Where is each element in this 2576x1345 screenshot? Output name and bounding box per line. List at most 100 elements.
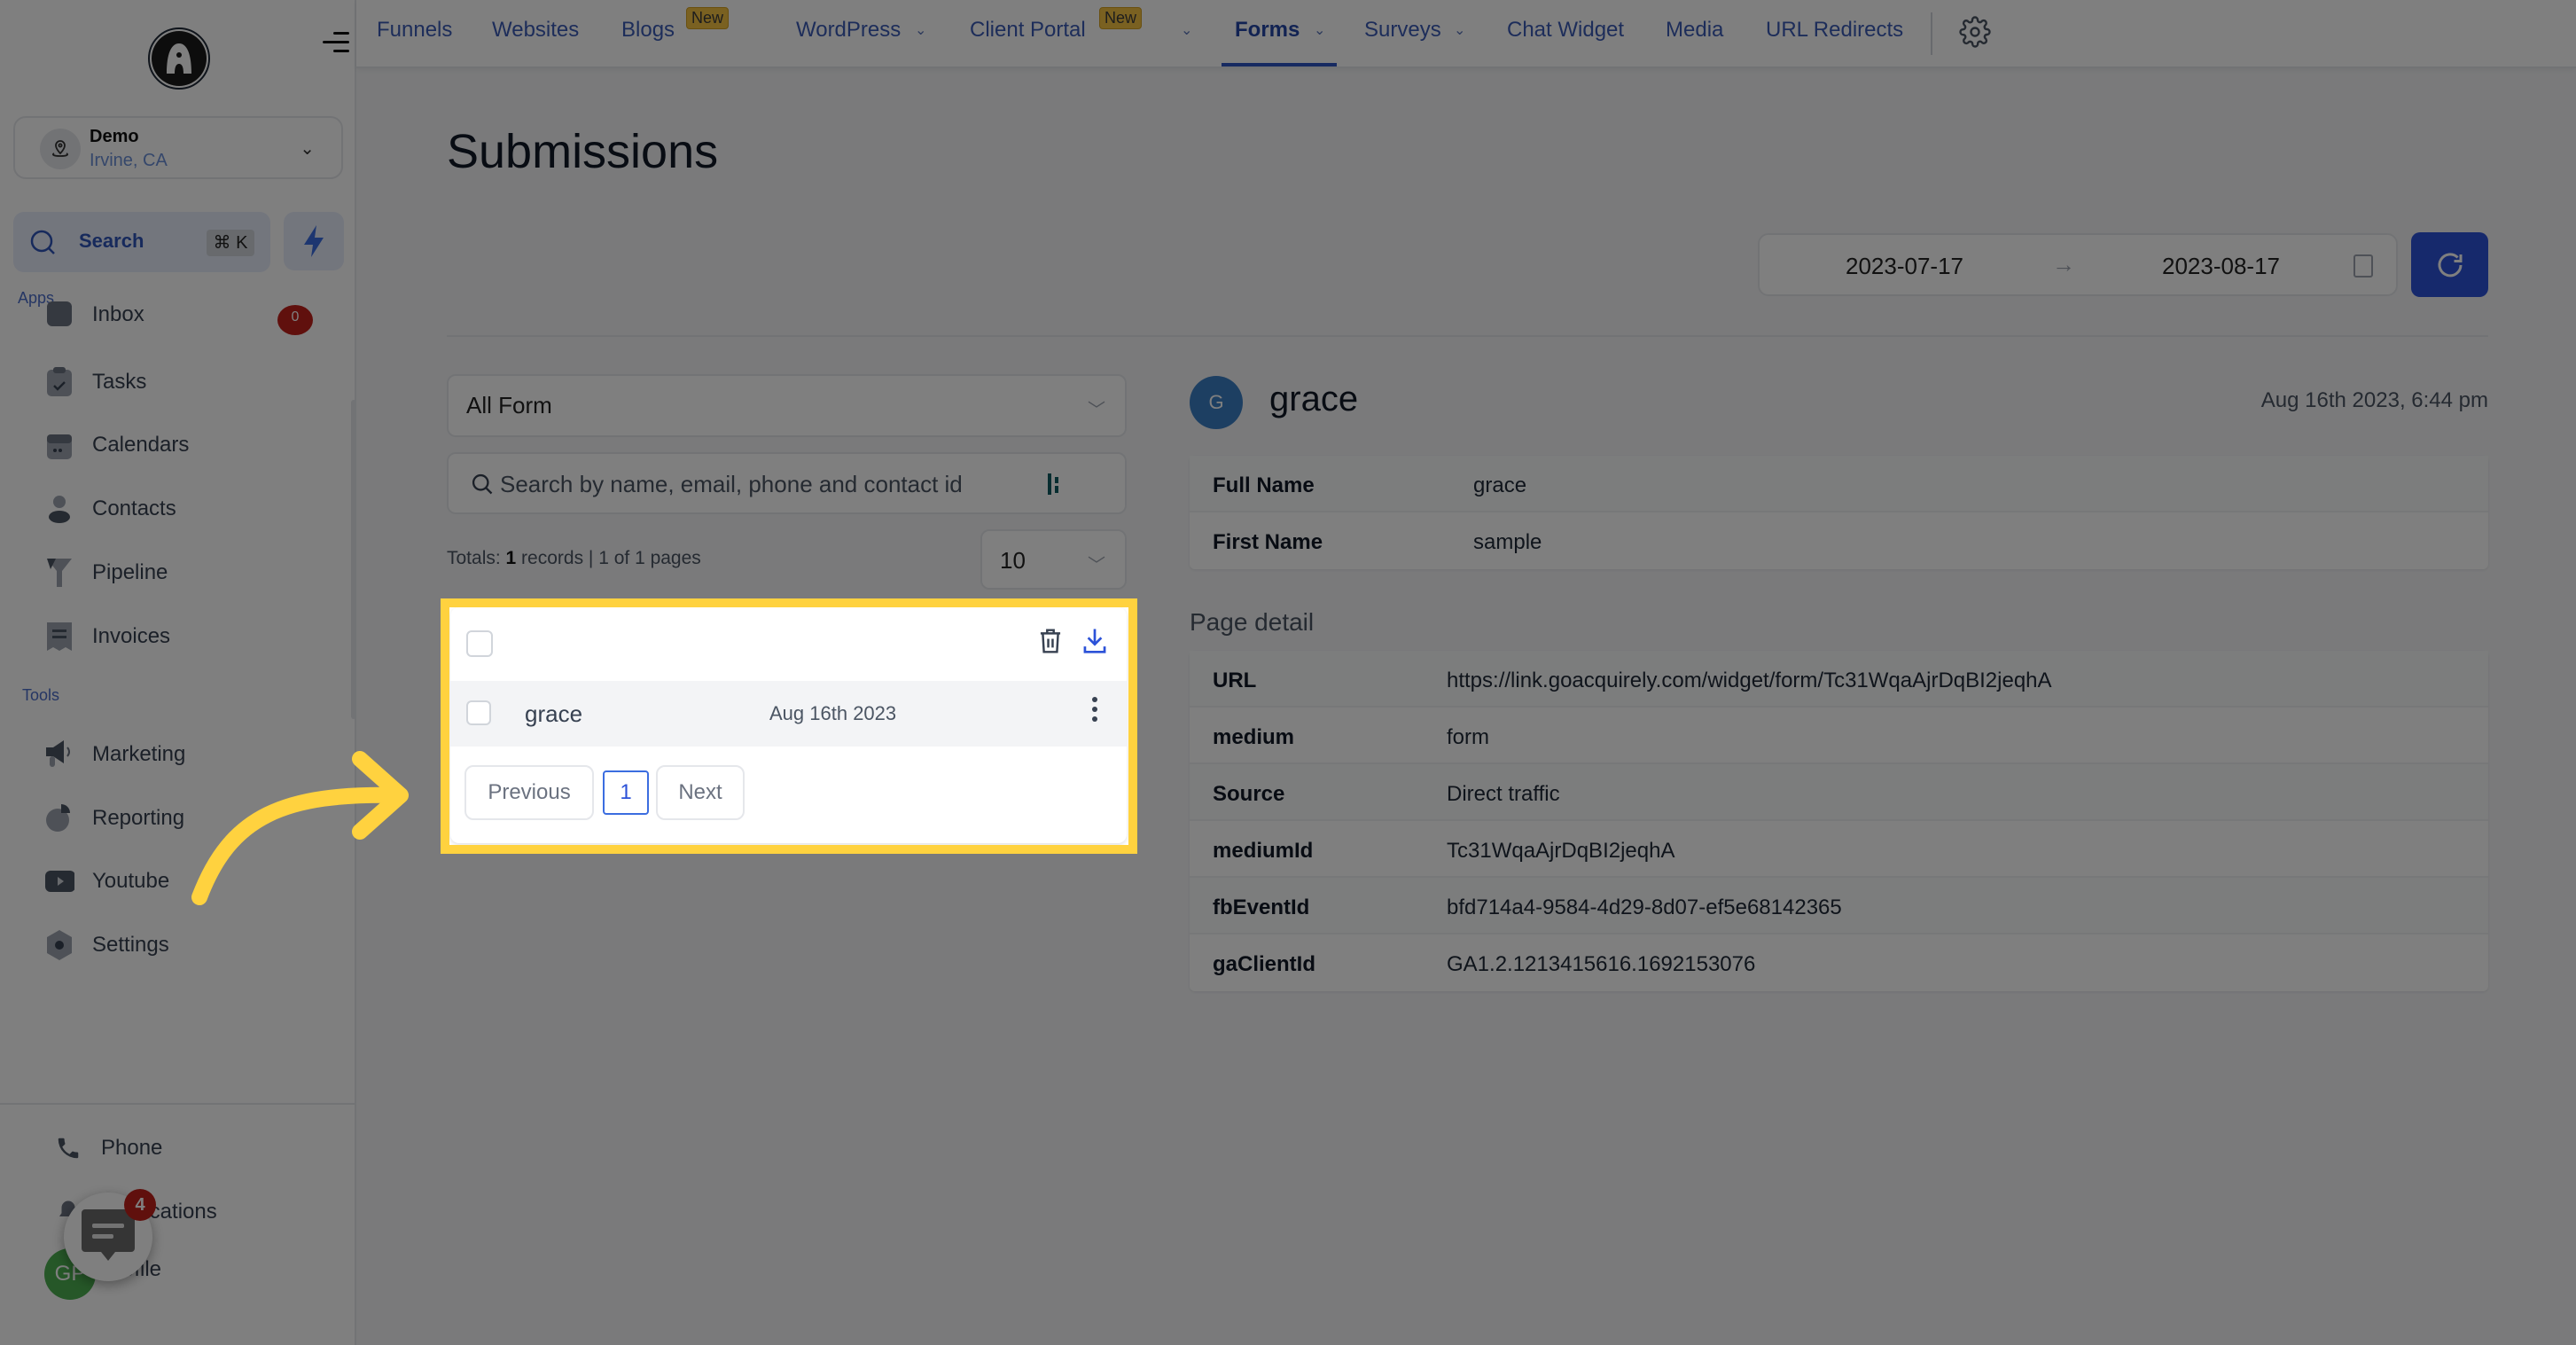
sidebar: Demo Irvine, CA ⌄ Search ⌘ K Apps Inbox … — [0, 0, 356, 1345]
calendar-icon — [44, 430, 74, 460]
page-detail-row: Source Direct traffic — [1190, 764, 2488, 821]
tab-client-portal[interactable]: Client Portal — [970, 18, 1086, 43]
forms-chevron-icon: ⌄ — [1314, 23, 1326, 38]
select-all-checkbox[interactable] — [466, 630, 493, 657]
per-page-select[interactable]: 10 ﹀ — [980, 529, 1127, 590]
tab-surveys[interactable]: Surveys — [1364, 18, 1441, 43]
location-switcher[interactable]: Demo Irvine, CA ⌄ — [13, 116, 343, 179]
search-icon — [470, 472, 495, 501]
contact-avatar: G — [1190, 376, 1243, 429]
tab-wordpress[interactable]: WordPress — [796, 18, 901, 43]
tab-blogs[interactable]: Blogs — [621, 18, 675, 43]
megaphone-icon — [44, 739, 74, 770]
sidebar-item-settings[interactable]: Settings — [44, 926, 169, 965]
submission-row[interactable]: grace Aug 16th 2023 — [450, 681, 1127, 747]
sidebar-scrollbar[interactable] — [351, 400, 356, 719]
topnav-separator — [1931, 12, 1932, 55]
tab-url-redirects[interactable]: URL Redirects — [1766, 18, 1903, 43]
location-name: Demo — [90, 127, 139, 146]
submission-timestamp: Aug 16th 2023, 6:44 pm — [2260, 388, 2488, 412]
filter-icon[interactable] — [1044, 472, 1066, 501]
phone-icon — [53, 1133, 83, 1163]
date-range-picker[interactable]: 2023-07-17 → 2023-08-17 — [1758, 233, 2398, 296]
page-detail-key: URL — [1213, 669, 1257, 692]
user-icon — [44, 494, 74, 524]
form-select[interactable]: All Form ﹀ — [447, 374, 1127, 437]
submission-search-field[interactable] — [447, 452, 1127, 514]
download-icon[interactable] — [1081, 627, 1108, 660]
per-page-value: 10 — [1000, 547, 1026, 574]
tab-funnels[interactable]: Funnels — [377, 18, 452, 43]
inbox-icon — [44, 301, 74, 328]
page-detail-heading: Page detail — [1190, 608, 1315, 636]
totals-suffix: records | 1 of 1 pages — [516, 548, 701, 568]
submission-date: Aug 16th 2023 — [769, 702, 897, 724]
sidebar-item-pipeline[interactable]: Pipeline — [44, 553, 168, 592]
next-page-button[interactable]: Next — [656, 765, 745, 820]
field-row: First Name sample — [1190, 512, 2488, 569]
more-options-icon[interactable] — [1092, 697, 1099, 726]
refresh-icon — [2438, 252, 2462, 277]
page-detail-value[interactable]: https://link.goacquirely.com/widget/form… — [1447, 669, 2052, 693]
sidebar-item-tasks[interactable]: Tasks — [44, 363, 146, 402]
sidebar-item-marketing[interactable]: Marketing — [44, 735, 185, 774]
search-label: Search — [79, 230, 144, 252]
trash-icon[interactable] — [1037, 627, 1064, 660]
date-range-end[interactable]: 2023-08-17 — [2162, 253, 2280, 280]
tab-websites[interactable]: Websites — [492, 18, 579, 43]
search-shortcut: ⌘ K — [207, 230, 254, 256]
totals-count: 1 — [505, 548, 517, 568]
blogs-new-badge: New — [686, 7, 730, 29]
chevron-down-icon: ﹀ — [1088, 401, 1105, 420]
page-detail-table: URL https://link.goacquirely.com/widget/… — [1190, 651, 2488, 991]
submissions-list: grace Aug 16th 2023 Previous 1 Next — [450, 607, 1127, 843]
header-divider — [447, 335, 2488, 337]
refresh-button[interactable] — [2411, 232, 2488, 297]
sidebar-item-invoices[interactable]: Invoices — [44, 617, 170, 656]
totals-summary: Totals: 1 records | 1 of 1 pages — [447, 548, 701, 569]
sidebar-item-phone[interactable]: Phone — [53, 1129, 162, 1168]
active-tab-indicator — [1222, 63, 1337, 66]
arrow-right-icon: → — [2052, 251, 2075, 278]
search-icon — [29, 229, 58, 262]
funnel-icon — [44, 558, 74, 588]
field-value: sample — [1473, 530, 1542, 554]
location-city: Irvine, CA — [90, 151, 168, 170]
inbox-badge: 0 — [277, 305, 313, 335]
sidebar-item-inbox[interactable]: Inbox — [44, 301, 144, 328]
tab-chat-widget[interactable]: Chat Widget — [1507, 18, 1624, 43]
page-1-button[interactable]: 1 — [603, 770, 649, 815]
page-detail-key: Source — [1213, 782, 1285, 806]
app-logo[interactable] — [148, 27, 210, 90]
submission-name: grace — [525, 700, 583, 727]
client-portal-chevron-icon[interactable]: ⌄ — [1181, 21, 1192, 39]
field-key: Full Name — [1213, 473, 1315, 497]
tab-forms[interactable]: Forms — [1235, 18, 1300, 43]
contact-name: grace — [1269, 379, 1359, 418]
chevron-down-icon: ﹀ — [1088, 556, 1105, 575]
sidebar-search-button[interactable]: Search ⌘ K — [13, 212, 270, 272]
page-detail-value: bfd714a4-9584-4d29-8d07-ef5e68142365 — [1447, 895, 1842, 919]
quick-actions-button[interactable] — [284, 212, 344, 270]
page-detail-key: mediumId — [1213, 839, 1314, 863]
page-detail-value: Direct traffic — [1447, 782, 1560, 806]
sidebar-divider — [0, 1103, 356, 1105]
row-checkbox[interactable] — [466, 700, 491, 725]
wordpress-chevron-icon: ⌄ — [915, 23, 927, 38]
page-detail-row: medium form — [1190, 708, 2488, 764]
sidebar-item-youtube[interactable]: Youtube — [44, 862, 169, 901]
gear-icon[interactable] — [1959, 16, 1991, 52]
page-detail-key: gaClientId — [1213, 952, 1316, 976]
sidebar-item-reporting[interactable]: Reporting — [44, 799, 184, 838]
previous-page-button[interactable]: Previous — [464, 765, 594, 820]
date-range-start[interactable]: 2023-07-17 — [1846, 253, 1963, 280]
search-input[interactable] — [500, 468, 1032, 500]
page-detail-key: medium — [1213, 725, 1295, 749]
tab-media[interactable]: Media — [1666, 18, 1723, 43]
sidebar-item-contacts[interactable]: Contacts — [44, 489, 176, 528]
sidebar-item-calendars[interactable]: Calendars — [44, 426, 189, 465]
surveys-chevron-icon: ⌄ — [1454, 23, 1466, 38]
clipboard-check-icon — [44, 367, 74, 397]
page-detail-value: GA1.2.1213415616.1692153076 — [1447, 952, 1756, 976]
collapse-menu-icon[interactable] — [323, 30, 349, 55]
